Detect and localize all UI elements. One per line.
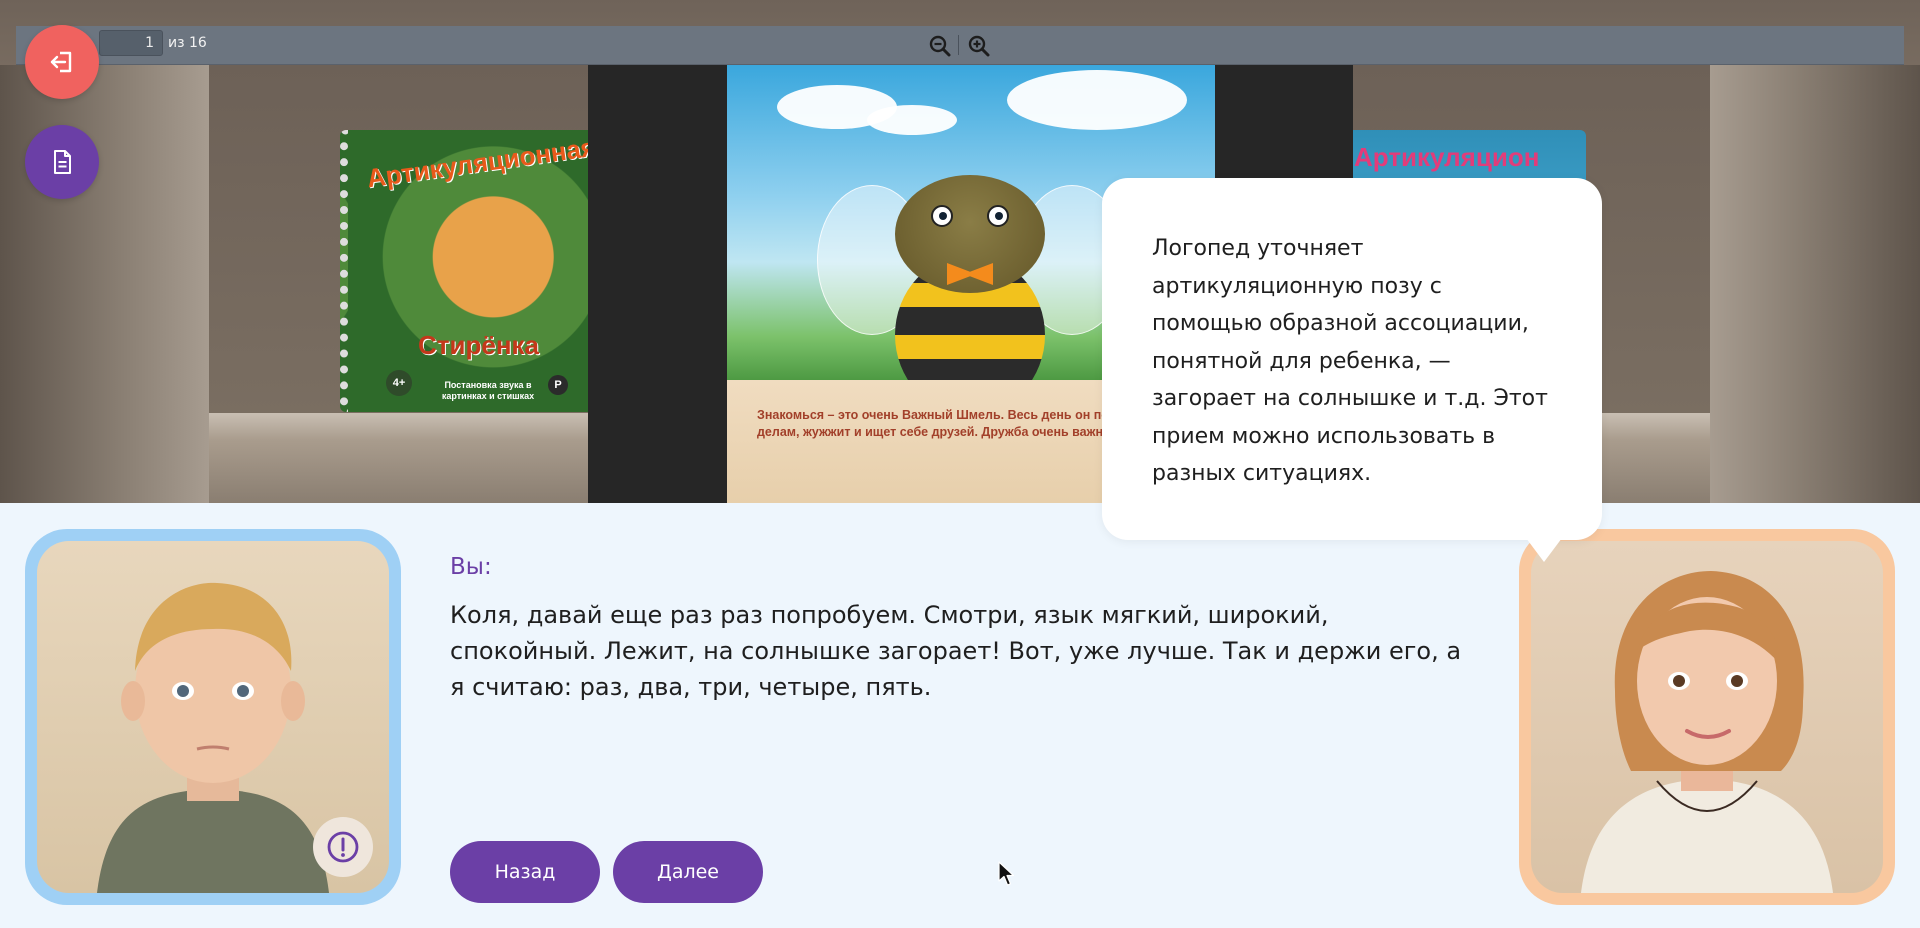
exclamation-icon <box>327 831 359 863</box>
tooltip-text: Логопед уточняет артикуляционную позу с … <box>1152 236 1548 486</box>
zoom-in-icon[interactable] <box>966 33 992 59</box>
sound-badge: Р <box>548 375 568 395</box>
exit-icon <box>50 51 72 73</box>
cloud <box>1007 70 1187 130</box>
bee-eye <box>987 205 1009 227</box>
cloud <box>867 105 957 135</box>
age-badge: 4+ <box>386 370 412 396</box>
book-cover-left: Артикуляционная Стирёнка 4+ Постановка з… <box>340 130 598 412</box>
teacher-avatar <box>1531 541 1883 893</box>
speech-text: Коля, давай еще раз раз попробуем. Смотр… <box>450 601 1462 701</box>
background-wall-left <box>0 65 209 503</box>
toolbar-separator <box>958 35 959 55</box>
exit-button[interactable] <box>25 25 99 99</box>
background-wall-right <box>1710 65 1920 503</box>
back-button[interactable]: Назад <box>450 841 600 903</box>
document-icon <box>54 150 71 174</box>
viewer-toolbar: из 16 <box>16 26 1904 65</box>
spread-margin-left <box>588 65 728 503</box>
zoom-out-icon[interactable] <box>927 33 953 59</box>
book-viewer: Артикуляционная Стирёнка 4+ Постановка з… <box>0 0 1920 503</box>
book-left-subtitle: Стирёнка <box>418 330 540 360</box>
page-count: из 16 <box>168 35 207 51</box>
teacher-avatar-frame <box>1519 529 1895 905</box>
speech-bubble-tooltip: Логопед уточняет артикуляционную позу с … <box>1102 178 1602 562</box>
book-left-caption: Постановка звука в картинках и стишках <box>441 380 535 401</box>
hint-button[interactable] <box>313 817 373 877</box>
bee-eye <box>931 205 953 227</box>
next-button[interactable]: Далее <box>613 841 763 903</box>
book-right-title: Артикуляцион <box>1354 142 1540 172</box>
book-left-title: Артикуляционная <box>364 131 598 194</box>
speaker-label: Вы: <box>450 554 492 580</box>
document-button[interactable] <box>25 125 99 199</box>
mouse-cursor-icon <box>998 861 1015 886</box>
page-number-input[interactable] <box>99 30 163 56</box>
